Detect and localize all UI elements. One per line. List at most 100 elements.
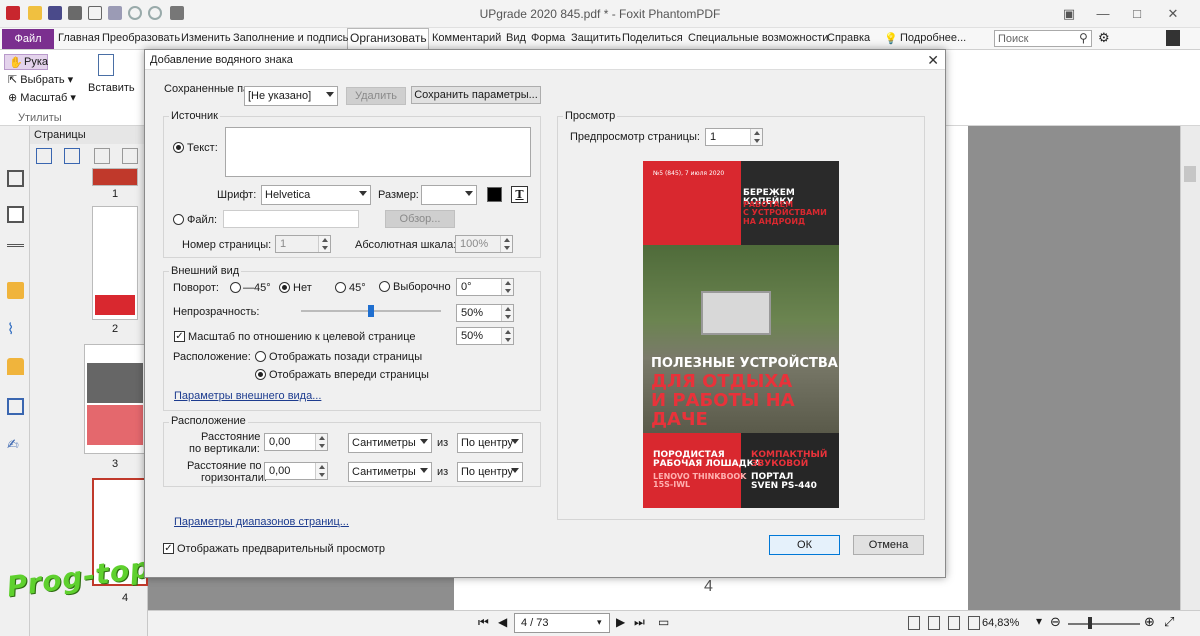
page-range-params-link[interactable]: Параметры диапазонов страниц...: [174, 516, 349, 528]
text-format-icon[interactable]: T: [511, 186, 528, 203]
settings-gear-icon[interactable]: ⚙: [1098, 30, 1110, 46]
spinner-arrows-icon[interactable]: [500, 236, 512, 252]
show-preview-checkbox[interactable]: ✓: [163, 543, 174, 554]
zoom-slider[interactable]: [1068, 623, 1140, 625]
spinner-arrows-icon[interactable]: [501, 328, 513, 344]
delete-params-button[interactable]: Удалить: [346, 87, 406, 105]
zoom-dropdown-icon[interactable]: ▾: [1036, 614, 1042, 628]
hand-tool-button[interactable]: ✋ Рука: [4, 54, 48, 70]
page-props-icon[interactable]: [36, 148, 52, 164]
facing-page-icon[interactable]: [948, 616, 960, 630]
zoom-in-icon[interactable]: ⊕: [1144, 614, 1155, 630]
menu-share[interactable]: Поделиться: [622, 32, 683, 44]
security-lock-icon[interactable]: [7, 358, 24, 375]
attachment-icon[interactable]: ⌇: [7, 320, 24, 338]
file-path-input[interactable]: [223, 210, 359, 228]
signature-icon[interactable]: ✍: [7, 436, 24, 453]
page-thumbnail-2[interactable]: [92, 206, 138, 320]
menu-help[interactable]: Справка: [827, 32, 870, 44]
saved-params-select[interactable]: [Не указано]: [244, 86, 338, 106]
rotation-custom-radio[interactable]: [379, 281, 390, 292]
page-preview-spinner[interactable]: 1: [705, 128, 763, 146]
single-page-icon[interactable]: [908, 616, 920, 630]
maximize-button[interactable]: □: [1124, 4, 1150, 24]
text-color-swatch[interactable]: [487, 187, 502, 202]
first-page-icon[interactable]: ⏮: [478, 615, 489, 630]
menu-fill-sign[interactable]: Заполнение и подпись: [233, 32, 348, 44]
zoom-out-icon[interactable]: ⊖: [1050, 614, 1061, 630]
appearance-params-link[interactable]: Параметры внешнего вида...: [174, 390, 321, 402]
menu-protect[interactable]: Защитить: [571, 32, 621, 44]
spinner-arrows-icon[interactable]: [501, 305, 513, 321]
page-thumbnail-3[interactable]: [84, 344, 146, 454]
zoom-slider-thumb[interactable]: [1088, 617, 1092, 629]
menu-organize[interactable]: Организовать: [350, 31, 427, 45]
scrollbar-thumb[interactable]: [1184, 166, 1196, 182]
delete-page-icon[interactable]: [122, 148, 138, 164]
vertical-scrollbar[interactable]: [1180, 126, 1200, 610]
size-select[interactable]: [421, 185, 477, 205]
search-input[interactable]: Поиск ⚲: [994, 30, 1092, 47]
pages-panel-icon[interactable]: [7, 206, 24, 223]
opacity-spinner[interactable]: 50%: [456, 304, 514, 322]
vertical-from-select[interactable]: По центру: [457, 433, 523, 453]
comments-icon[interactable]: [7, 282, 24, 299]
menu-form[interactable]: Форма: [531, 32, 565, 44]
spinner-arrows-icon[interactable]: [750, 129, 762, 145]
view-mode-icon[interactable]: ▭: [658, 615, 669, 629]
horizontal-distance-spinner[interactable]: 0,00: [264, 462, 328, 480]
menu-accessibility[interactable]: Специальные возможности: [688, 32, 828, 44]
save-params-button[interactable]: Сохранить параметры...: [411, 86, 541, 104]
menu-comment[interactable]: Комментарий: [432, 32, 501, 44]
cancel-button[interactable]: Отмена: [853, 535, 924, 555]
spinner-arrows-icon[interactable]: [315, 463, 327, 479]
layers-icon[interactable]: [7, 244, 24, 261]
menu-file[interactable]: Файл: [2, 29, 54, 49]
font-select[interactable]: Helvetica: [261, 185, 371, 205]
horizontal-from-select[interactable]: По центру: [457, 462, 523, 482]
opacity-slider-thumb[interactable]: [368, 305, 374, 317]
spinner-arrows-icon[interactable]: [315, 434, 327, 450]
behind-page-radio[interactable]: [255, 351, 266, 362]
page-thumbnail-1[interactable]: [92, 168, 138, 186]
menu-edit[interactable]: Изменить: [181, 32, 231, 44]
user-avatar-icon[interactable]: [1166, 30, 1180, 46]
text-radio[interactable]: [173, 142, 184, 153]
menu-view[interactable]: Вид: [506, 32, 526, 44]
continuous-facing-icon[interactable]: [968, 616, 980, 630]
vertical-distance-spinner[interactable]: 0,00: [264, 433, 328, 451]
browse-button[interactable]: Обзор...: [385, 210, 455, 228]
select-tool-button[interactable]: ⇱ Выбрать ▾: [8, 73, 73, 86]
abs-scale-spinner[interactable]: 100%: [455, 235, 513, 253]
next-page-icon[interactable]: ▶: [616, 615, 625, 629]
vertical-unit-select[interactable]: Сантиметры: [348, 433, 432, 453]
page-number-spinner[interactable]: 1: [275, 235, 331, 253]
prev-page-icon[interactable]: ◀: [498, 615, 507, 629]
rotation-none-radio[interactable]: [279, 282, 290, 293]
ok-button[interactable]: ОК: [769, 535, 840, 555]
menu-home[interactable]: Главная: [58, 32, 100, 44]
minimize-button[interactable]: —: [1090, 4, 1116, 24]
last-page-icon[interactable]: ⏭: [634, 615, 645, 630]
spinner-arrows-icon[interactable]: [501, 279, 513, 295]
close-window-button[interactable]: ✕: [1160, 4, 1186, 24]
fit-window-icon[interactable]: ⤢: [1164, 614, 1174, 630]
front-page-radio[interactable]: [255, 369, 266, 380]
scale-checkbox[interactable]: ✓: [174, 331, 185, 342]
zoom-level[interactable]: 64,83%: [982, 617, 1019, 629]
rotate-page-icon[interactable]: [94, 148, 110, 164]
account-icon[interactable]: ▣: [1056, 4, 1082, 24]
spinner-arrows-icon[interactable]: [318, 236, 330, 252]
content-icon[interactable]: [7, 398, 24, 415]
dialog-close-icon[interactable]: ✕: [927, 52, 939, 69]
file-radio[interactable]: [173, 214, 184, 225]
menu-more[interactable]: Подробнее...: [900, 32, 966, 44]
zoom-tool-button[interactable]: ⊕ Масштаб ▾: [8, 91, 76, 104]
page-number-input[interactable]: 4 / 73 ▾: [514, 613, 610, 633]
zoom-thumbnails-icon[interactable]: [64, 148, 80, 164]
watermark-text-input[interactable]: [225, 127, 531, 177]
rotation-45-radio[interactable]: [335, 282, 346, 293]
continuous-page-icon[interactable]: [928, 616, 940, 630]
scale-spinner[interactable]: 50%: [456, 327, 514, 345]
rotation-minus45-radio[interactable]: [230, 282, 241, 293]
